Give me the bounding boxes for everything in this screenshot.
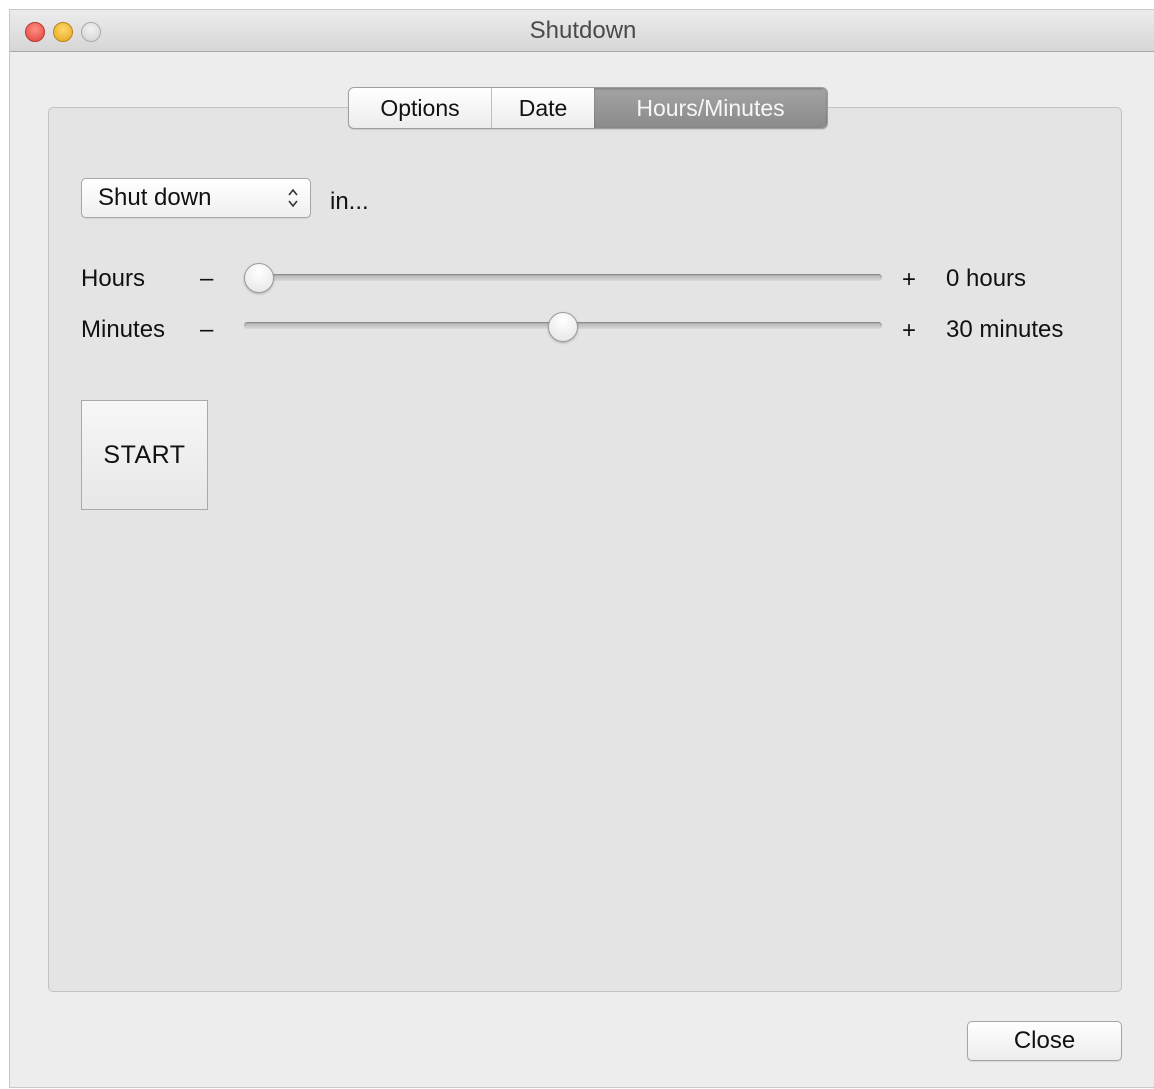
action-suffix-label: in...	[330, 188, 369, 215]
tab-hours-minutes[interactable]: Hours/Minutes	[594, 88, 827, 128]
minutes-slider-knob[interactable]	[548, 312, 578, 342]
action-select-value: Shut down	[98, 184, 212, 211]
close-button[interactable]: Close	[967, 1021, 1122, 1061]
hours-value-label: 0 hours	[946, 265, 1027, 292]
tab-options[interactable]: Options	[349, 88, 492, 128]
minutes-decrease-button[interactable]: –	[200, 316, 213, 344]
hours-slider-knob[interactable]	[244, 263, 274, 293]
action-select[interactable]: Shut down	[81, 178, 311, 218]
tab-bar: Options Date Hours/Minutes	[348, 87, 828, 129]
tab-content-panel	[48, 107, 1122, 992]
minutes-label: Minutes	[81, 316, 166, 343]
title-bar: Shutdown	[10, 10, 1154, 52]
updown-chevron-icon	[288, 188, 298, 208]
hours-label: Hours	[81, 265, 146, 292]
shutdown-window: Shutdown Options Date Hours/Minutes Shut…	[10, 10, 1154, 1087]
minutes-value-label: 30 minutes	[946, 316, 1064, 343]
window-title: Shutdown	[529, 17, 637, 44]
hours-slider-track[interactable]	[244, 274, 882, 281]
hours-increase-button[interactable]: +	[902, 266, 916, 294]
hours-decrease-button[interactable]: –	[200, 265, 213, 293]
minutes-increase-button[interactable]: +	[902, 317, 916, 345]
tab-date[interactable]: Date	[492, 88, 594, 128]
start-button[interactable]: START	[81, 400, 208, 510]
